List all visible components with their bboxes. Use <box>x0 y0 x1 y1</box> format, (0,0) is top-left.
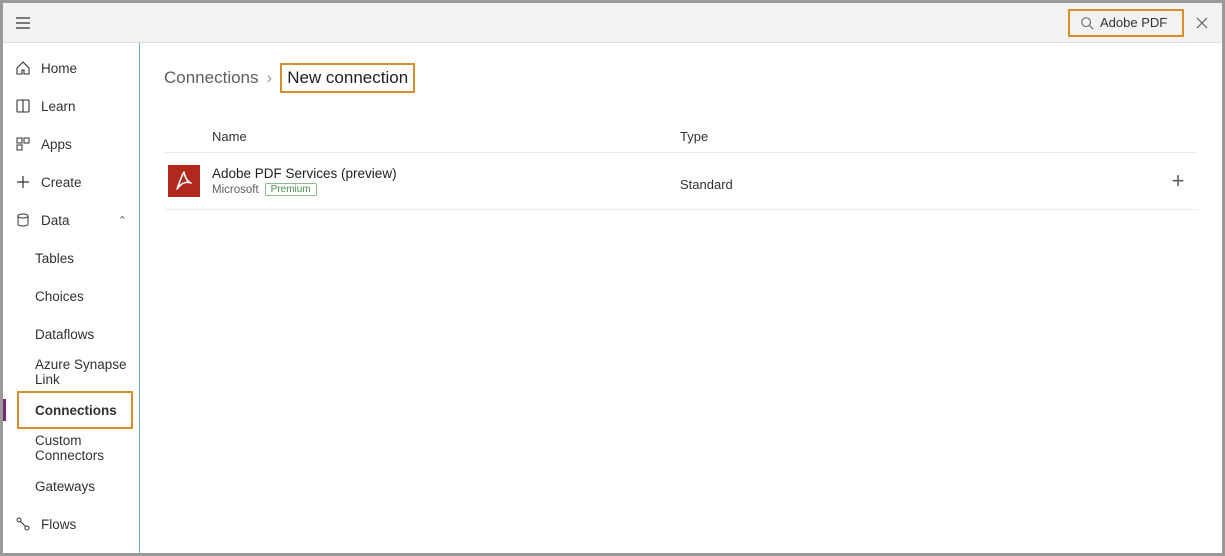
sidebar-label: Home <box>41 61 77 76</box>
search-input[interactable] <box>1100 15 1172 30</box>
learn-icon <box>15 98 31 114</box>
sidebar-item-learn[interactable]: Learn <box>3 87 139 125</box>
sidebar-subitem-choices[interactable]: Choices <box>3 277 139 315</box>
table-row[interactable]: Adobe PDF Services (preview) Microsoft P… <box>164 153 1198 210</box>
hamburger-icon <box>15 15 31 31</box>
sidebar-item-flows[interactable]: Flows <box>3 505 139 543</box>
flows-icon <box>15 516 31 532</box>
premium-badge: Premium <box>265 183 317 196</box>
main-content: Connections › New connection Name Type A… <box>140 43 1222 553</box>
search-icon <box>1080 16 1094 30</box>
home-icon <box>15 60 31 76</box>
sidebar-subitem-custom-connectors[interactable]: Custom Connectors <box>3 429 139 467</box>
sidebar-subitem-connections[interactable]: Connections <box>17 391 133 429</box>
column-header-name[interactable]: Name <box>212 129 680 144</box>
connector-publisher: Microsoft <box>212 184 259 196</box>
table-header: Name Type <box>164 121 1198 153</box>
connector-name: Adobe PDF Services (preview) <box>212 166 680 181</box>
plus-icon: + <box>1172 170 1185 192</box>
sidebar-label: Apps <box>41 137 72 152</box>
data-icon <box>15 212 31 228</box>
column-header-type[interactable]: Type <box>680 129 1198 144</box>
search-clear[interactable] <box>1188 9 1216 37</box>
connector-type: Standard <box>680 171 1158 192</box>
breadcrumb-parent[interactable]: Connections <box>164 68 259 88</box>
adobe-pdf-icon <box>168 165 200 197</box>
sidebar-label: Data <box>41 213 70 228</box>
sidebar-subitem-synapse[interactable]: Azure Synapse Link <box>3 353 139 391</box>
breadcrumb: Connections › New connection <box>164 63 1198 93</box>
add-connection-button[interactable]: + <box>1158 170 1198 192</box>
top-bar <box>3 3 1222 43</box>
sidebar: Home Learn Apps Create Data ⌃ Tables Cho… <box>3 43 140 553</box>
apps-icon <box>15 136 31 152</box>
close-icon <box>1196 17 1208 29</box>
plus-icon <box>15 174 31 190</box>
sidebar-item-home[interactable]: Home <box>3 49 139 87</box>
hamburger-menu[interactable] <box>3 3 43 43</box>
search-box[interactable] <box>1068 9 1184 37</box>
sidebar-item-apps[interactable]: Apps <box>3 125 139 163</box>
chevron-up-icon: ⌃ <box>118 214 127 227</box>
sidebar-subitem-dataflows[interactable]: Dataflows <box>3 315 139 353</box>
chevron-right-icon: › <box>267 68 273 88</box>
connector-icon <box>164 165 212 197</box>
sidebar-item-data[interactable]: Data ⌃ <box>3 201 139 239</box>
breadcrumb-current: New connection <box>280 63 415 93</box>
sidebar-subitem-tables[interactable]: Tables <box>3 239 139 277</box>
sidebar-label: Flows <box>41 517 76 532</box>
sidebar-subitem-gateways[interactable]: Gateways <box>3 467 139 505</box>
sidebar-label: Create <box>41 175 82 190</box>
sidebar-label: Learn <box>41 99 76 114</box>
sidebar-item-create[interactable]: Create <box>3 163 139 201</box>
